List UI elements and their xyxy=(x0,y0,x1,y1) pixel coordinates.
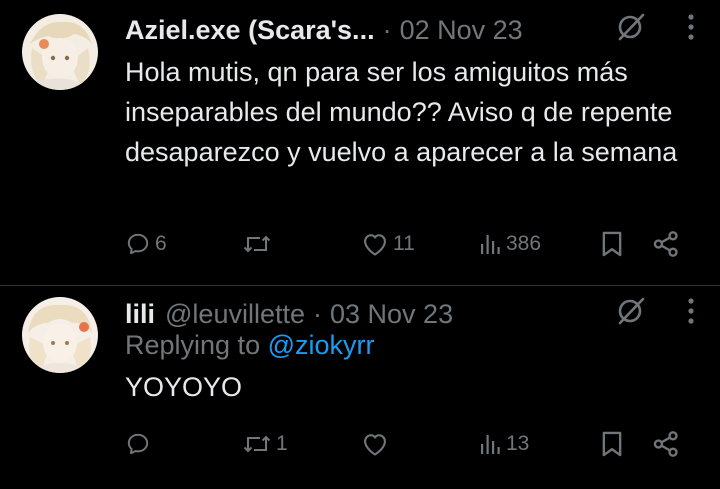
bookmark-button[interactable] xyxy=(600,430,624,458)
retweet-icon xyxy=(243,435,271,453)
tweet-actions: 6 11 386 xyxy=(125,227,696,261)
grok-icon[interactable] xyxy=(614,10,648,51)
bookmark-button[interactable] xyxy=(600,230,624,258)
tweet-text: Hola mutis, qn para ser los amiguitos má… xyxy=(125,57,678,167)
reply-button[interactable] xyxy=(125,431,155,457)
avatar[interactable] xyxy=(22,297,98,373)
author-handle[interactable]: @leuvillette xyxy=(165,299,305,330)
tweet-date[interactable]: 03 Nov 23 xyxy=(330,299,453,330)
reply-button[interactable]: 6 xyxy=(125,231,167,257)
tweet-text: YOYOYO xyxy=(125,372,243,402)
tweet-header: Aziel.exe (Scara's... · 02 Nov 23 xyxy=(125,13,696,47)
separator-dot: · xyxy=(313,298,322,329)
bookmark-icon xyxy=(602,431,622,457)
retweet-button[interactable]: 1 xyxy=(242,431,288,457)
heart-icon xyxy=(364,234,386,256)
views-count: 386 xyxy=(506,232,542,255)
grok-icon[interactable] xyxy=(614,294,648,335)
tweet-actions: 1 13 xyxy=(125,427,696,461)
reply-icon xyxy=(127,233,149,255)
author-name[interactable]: lili xyxy=(125,299,155,330)
retweet-count: 1 xyxy=(276,432,288,455)
separator-dot: · xyxy=(382,14,392,45)
retweet-button[interactable] xyxy=(242,231,276,257)
views-button[interactable]: 386 xyxy=(478,232,541,256)
views-icon xyxy=(481,235,500,254)
author-name[interactable]: Aziel.exe (Scara's... xyxy=(125,15,375,46)
replying-to-label: Replying to xyxy=(125,330,268,360)
reply-icon xyxy=(127,433,149,455)
share-icon xyxy=(653,431,678,457)
tweet[interactable]: Aziel.exe (Scara's... · 02 Nov 23 Hola m… xyxy=(0,0,720,285)
views-count: 13 xyxy=(506,432,530,455)
more-options-icon[interactable] xyxy=(686,296,696,333)
bookmark-icon xyxy=(602,231,622,257)
tweet[interactable]: lili @leuvillette · 03 Nov 23 Replying t… xyxy=(0,285,720,489)
avatar[interactable] xyxy=(22,14,98,90)
mention-link[interactable]: @ziokyrr xyxy=(268,330,375,360)
share-button[interactable] xyxy=(652,230,680,258)
replying-to: Replying to @ziokyrr xyxy=(125,330,375,361)
heart-icon xyxy=(364,434,386,456)
like-count: 11 xyxy=(393,232,415,255)
views-button[interactable]: 13 xyxy=(478,432,529,456)
tweet-header: lili @leuvillette · 03 Nov 23 xyxy=(125,297,696,331)
share-icon xyxy=(653,231,678,257)
more-options-icon[interactable] xyxy=(686,12,696,49)
like-button[interactable]: 11 xyxy=(361,231,415,257)
share-button[interactable] xyxy=(652,430,680,458)
tweet-date[interactable]: 02 Nov 23 xyxy=(400,15,523,46)
reply-count: 6 xyxy=(155,232,167,255)
like-button[interactable] xyxy=(361,431,393,457)
retweet-icon xyxy=(243,235,271,253)
views-icon xyxy=(481,435,500,454)
